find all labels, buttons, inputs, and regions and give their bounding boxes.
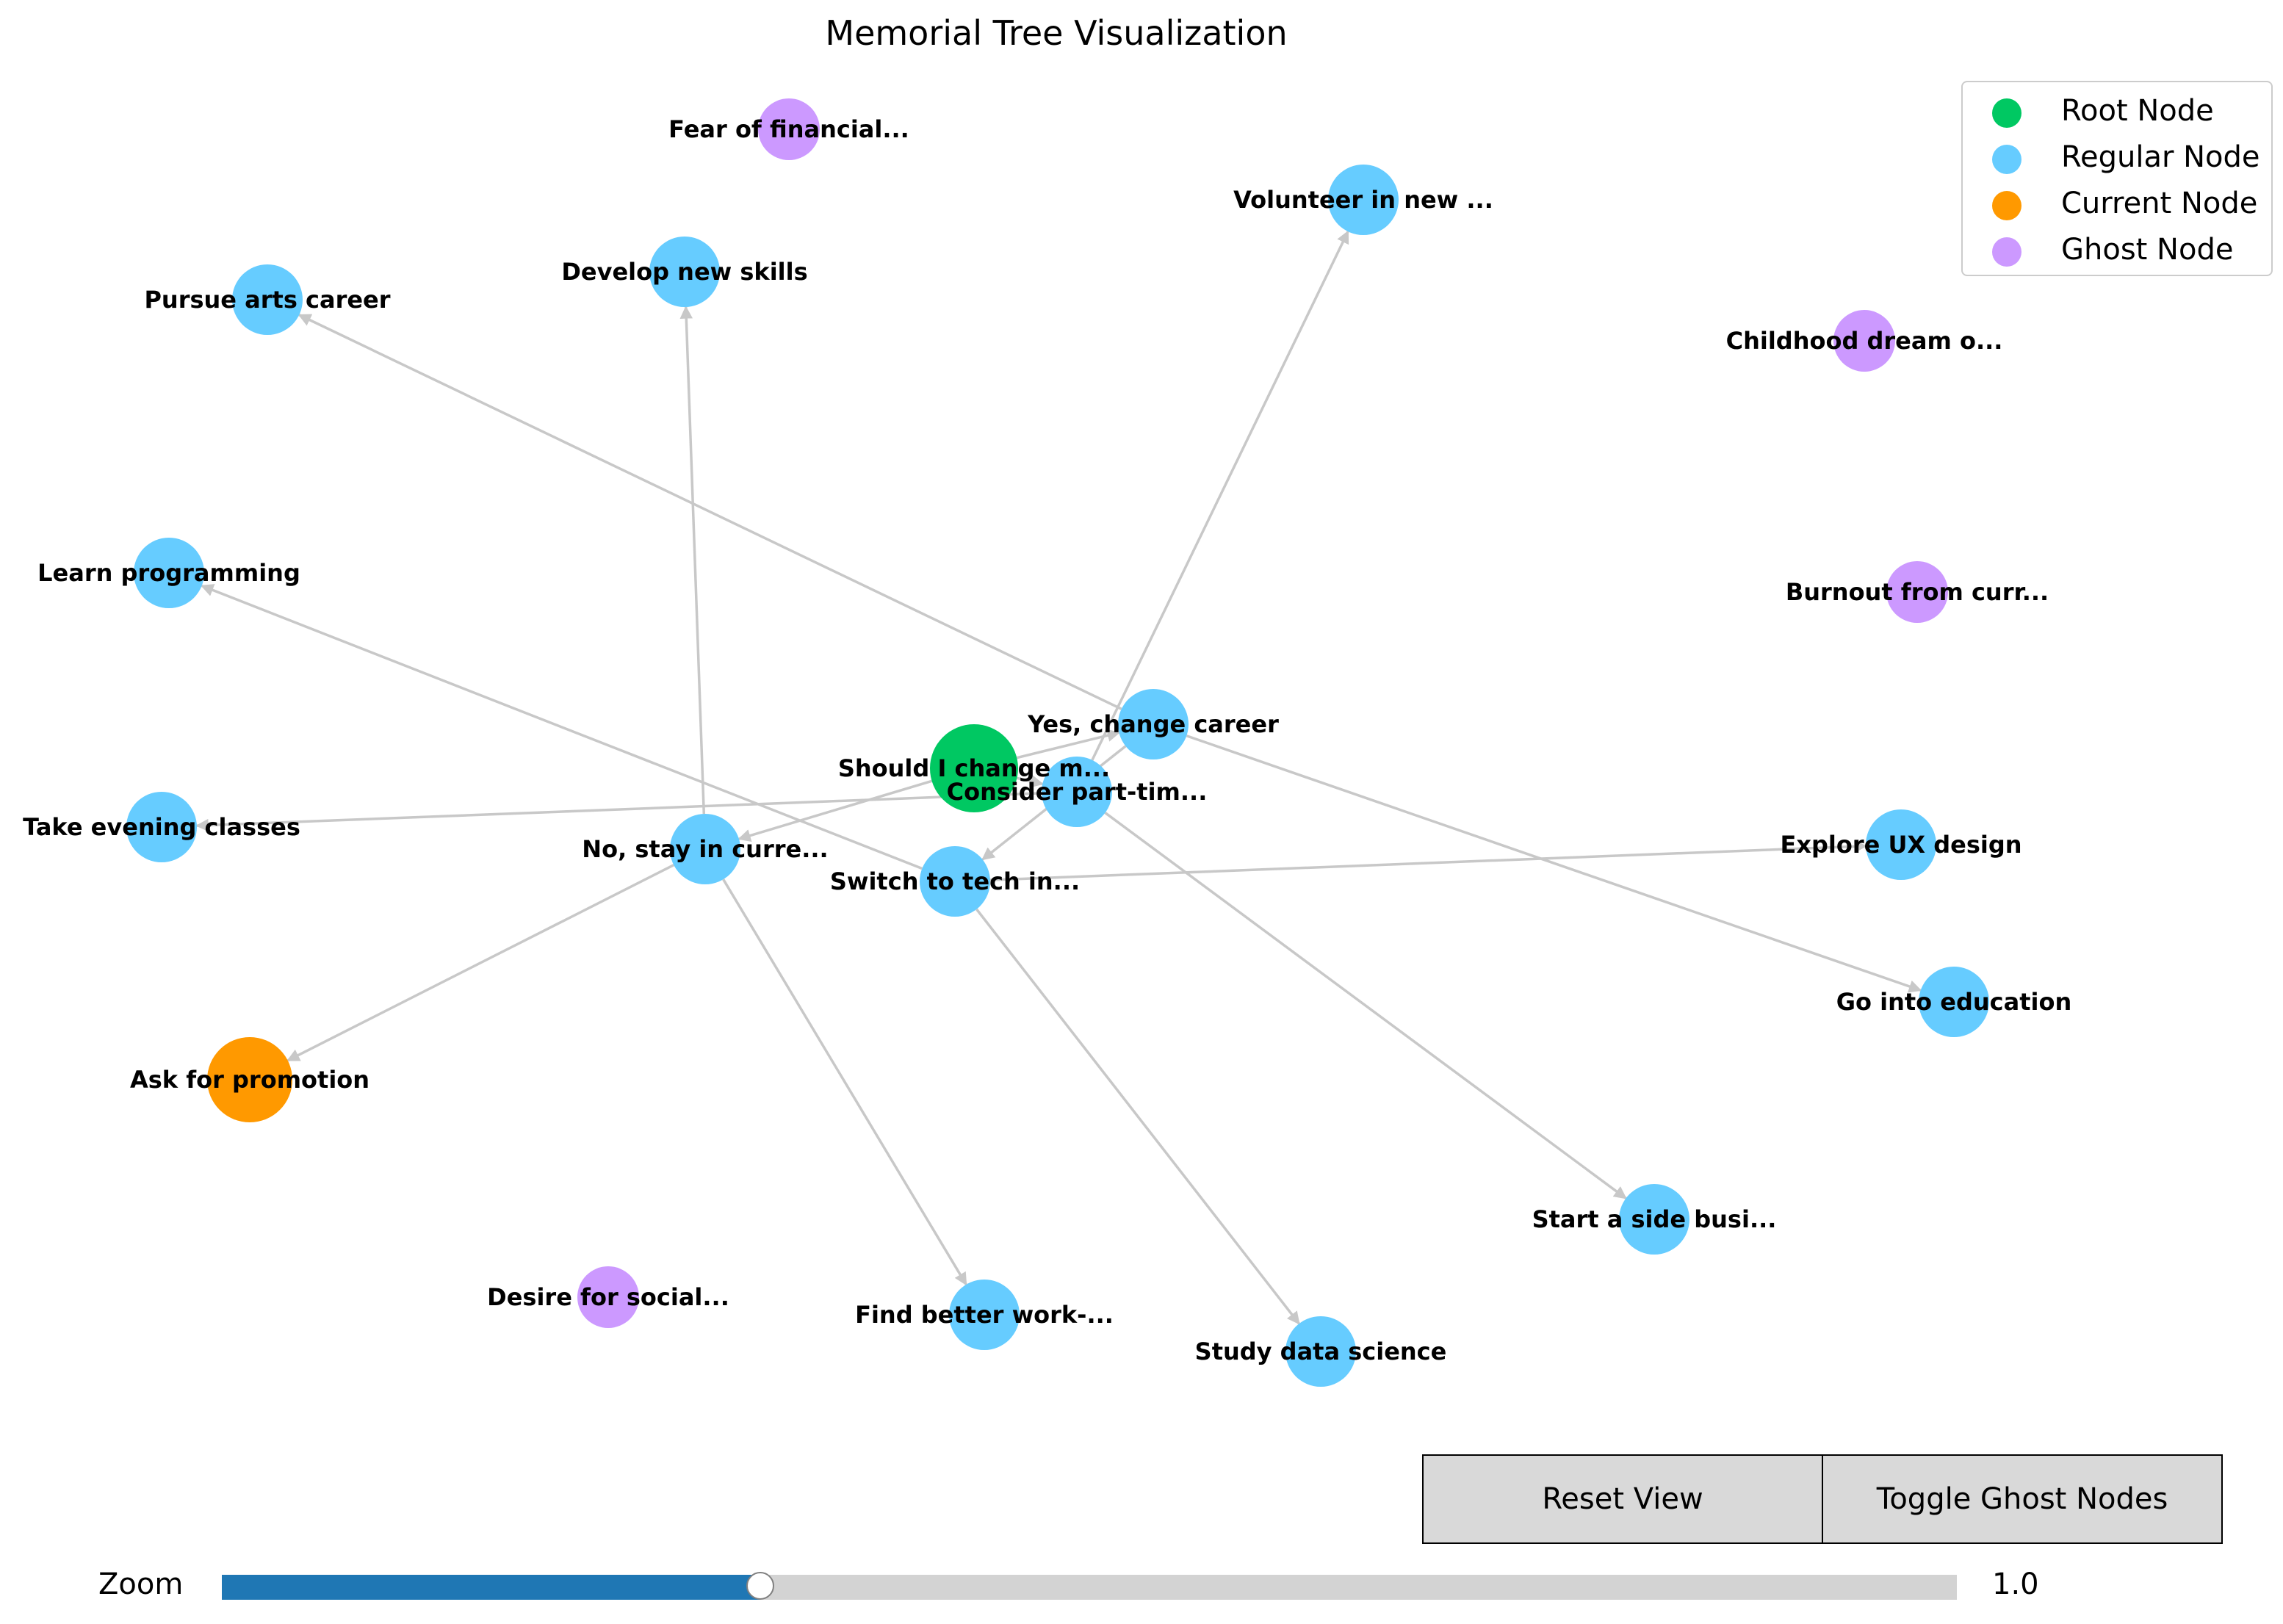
reset-view-button[interactable]: Reset View [1422, 1454, 1823, 1544]
node-label-better: Find better work-... [855, 1301, 1114, 1329]
node-label-sidebiz: Start a side busi... [1532, 1205, 1777, 1233]
zoom-label: Zoom [98, 1567, 184, 1601]
toggle-ghost-nodes-button[interactable]: Toggle Ghost Nodes [1822, 1454, 2223, 1544]
legend-item-root: Root Node [1963, 91, 2271, 131]
zoom-slider-fill [222, 1575, 761, 1600]
legend: Root Node Regular Node Current Node Ghos… [1961, 81, 2273, 276]
edge-parttime-to-sidebiz [1104, 812, 1627, 1199]
current-node-swatch-icon [1992, 191, 2021, 220]
node-label-arts: Pursue arts career [144, 286, 390, 314]
node-label-parttime: Consider part-tim... [947, 778, 1208, 806]
edge-yes-to-education [1186, 735, 1922, 993]
legend-item-regular: Regular Node [1963, 137, 2271, 177]
node-label-g_social: Desire for social... [487, 1283, 729, 1311]
zoom-value: 1.0 [1992, 1567, 2039, 1601]
root-node-swatch-icon [1992, 98, 2021, 128]
node-label-datasci: Study data science [1195, 1338, 1447, 1365]
edge-no-to-better [722, 878, 967, 1286]
legend-item-ghost: Ghost Node [1963, 230, 2271, 270]
node-label-volunteer: Volunteer in new ... [1233, 186, 1493, 214]
node-label-tech: Switch to tech in... [830, 867, 1080, 895]
node-label-g_burnout: Burnout from curr... [1786, 578, 2049, 606]
legend-label: Ghost Node [2061, 233, 2234, 267]
node-label-no: No, stay in curre... [582, 835, 828, 863]
tree-diagram: Should I change m...Yes, change careerNo… [23, 98, 2072, 1387]
edge-parttime-to-volunteer [1091, 230, 1349, 761]
node-label-evening: Take evening classes [23, 813, 300, 841]
node-label-ux: Explore UX design [1780, 831, 2021, 859]
legend-item-current: Current Node [1963, 184, 2271, 223]
edge-no-to-promotion [286, 864, 674, 1062]
node-label-programming: Learn programming [37, 559, 300, 587]
regular-node-swatch-icon [1992, 145, 2021, 174]
node-label-promotion: Ask for promotion [130, 1066, 369, 1094]
zoom-slider-handle[interactable] [746, 1572, 775, 1600]
edge-tech-to-datasci [975, 908, 1300, 1325]
edge-yes-to-arts [297, 314, 1122, 710]
zoom-slider[interactable] [222, 1572, 1957, 1600]
edge-no-to-skills [679, 306, 706, 815]
node-label-yes: Yes, change career [1027, 710, 1279, 738]
edge-tech-to-ux [989, 840, 1867, 881]
legend-label: Root Node [2061, 94, 2214, 128]
node-label-skills: Develop new skills [561, 258, 807, 286]
node-label-g_child: Childhood dream o... [1726, 327, 2003, 355]
edge-root-to-no [737, 779, 933, 842]
legend-label: Regular Node [2061, 140, 2260, 174]
edge-tech-to-programming [201, 584, 923, 870]
edge-parttime-to-evening [195, 792, 1042, 832]
node-label-education: Go into education [1836, 988, 2072, 1016]
legend-label: Current Node [2061, 187, 2258, 220]
ghost-node-swatch-icon [1992, 237, 2021, 267]
node-label-g_fear: Fear of financial... [668, 115, 909, 143]
